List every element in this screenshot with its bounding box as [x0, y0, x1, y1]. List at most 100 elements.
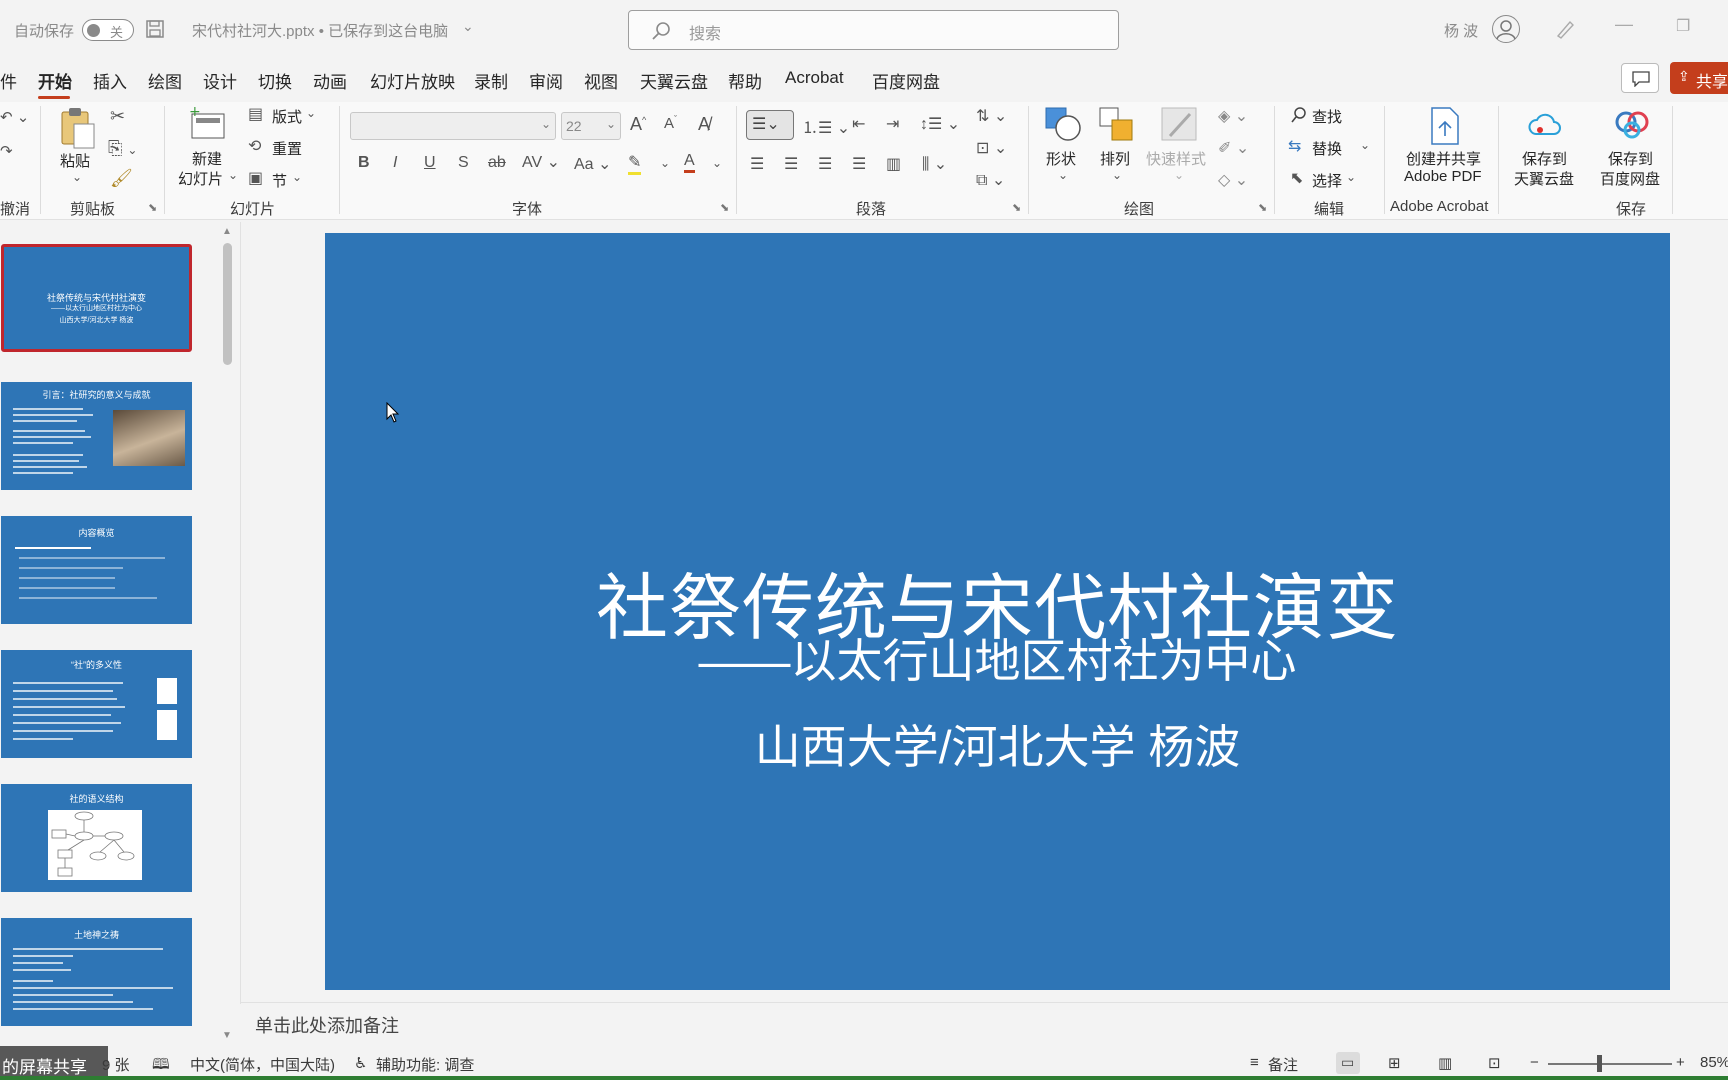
save-baidu-line1[interactable]: 保存到	[1608, 148, 1653, 169]
create-pdf-line2[interactable]: Adobe PDF	[1404, 168, 1482, 185]
select-button[interactable]: 选择	[1312, 170, 1342, 191]
chevron-down-icon[interactable]: ⌄	[1174, 168, 1184, 182]
slide-thumbnail-4[interactable]: “社”的多义性	[1, 650, 192, 758]
select-icon[interactable]: ⬉	[1290, 168, 1303, 188]
columns-icon[interactable]: ⫼ ⌄	[922, 154, 947, 174]
find-button[interactable]: 查找	[1312, 106, 1342, 127]
layout-button[interactable]: 版式	[272, 106, 302, 127]
chevron-down-icon[interactable]: ⌄	[1360, 138, 1370, 152]
zoom-slider-thumb[interactable]	[1597, 1055, 1602, 1072]
replace-button[interactable]: 替换	[1312, 138, 1342, 159]
slide-subtitle[interactable]: ——以太行山地区村社为中心	[325, 625, 1670, 691]
section-icon[interactable]: ▣	[248, 168, 263, 188]
shapes-icon[interactable]	[1044, 106, 1082, 142]
redo-icon[interactable]: ↷	[0, 142, 13, 160]
tab-animations[interactable]: 动画	[313, 68, 347, 93]
arrange-icon[interactable]	[1098, 106, 1136, 142]
tab-insert[interactable]: 插入	[93, 68, 127, 93]
tab-slideshow[interactable]: 幻灯片放映	[370, 68, 455, 93]
tab-review[interactable]: 审阅	[529, 68, 563, 93]
save-tianyi-line1[interactable]: 保存到	[1522, 148, 1567, 169]
notes-icon[interactable]: ≡	[1250, 1054, 1259, 1071]
tab-help[interactable]: 帮助	[728, 68, 762, 93]
restore-icon[interactable]: ❐	[1676, 16, 1690, 36]
dialog-launcher-icon[interactable]: ⬊	[1258, 201, 1267, 214]
replace-icon[interactable]: ⇆	[1288, 136, 1301, 156]
search-box[interactable]: 搜索	[628, 10, 1119, 50]
accessibility-icon[interactable]: ♿	[354, 1054, 367, 1072]
tianyi-cloud-icon[interactable]	[1528, 110, 1562, 140]
file-title[interactable]: 宋代村社河大.pptx • 已保存到这台电脑	[192, 20, 448, 41]
normal-view-button[interactable]: ▭	[1336, 1052, 1360, 1074]
save-baidu-line2[interactable]: 百度网盘	[1600, 168, 1660, 189]
justify-icon[interactable]: ☰	[852, 154, 866, 174]
chevron-down-icon[interactable]: ⌄	[462, 18, 474, 35]
shape-outline-icon[interactable]: ✐ ⌄	[1218, 138, 1249, 158]
paste-button[interactable]: 粘贴	[60, 150, 90, 171]
reset-button[interactable]: 重置	[272, 138, 302, 159]
align-text-icon[interactable]: ⊡ ⌄	[976, 138, 1007, 158]
chevron-down-icon[interactable]: ⌄	[660, 156, 670, 170]
comments-button[interactable]	[1621, 63, 1659, 93]
bullets-button[interactable]: ☰⌄	[746, 110, 794, 140]
slide-thumbnail-5[interactable]: 社的语义结构	[1, 784, 192, 892]
quick-styles-button[interactable]: 快速样式	[1146, 148, 1206, 169]
slide-thumbnail-1[interactable]: 社祭传统与宋代村社演变 ——以太行山地区村社为中心 山西大学/河北大学 杨波	[1, 244, 192, 352]
paste-icon[interactable]	[58, 106, 98, 150]
align-left-icon[interactable]: ☰	[750, 154, 764, 174]
dialog-launcher-icon[interactable]: ⬊	[720, 201, 729, 214]
chevron-down-icon[interactable]: ⌄	[72, 170, 82, 184]
baidu-cloud-icon[interactable]	[1614, 108, 1650, 140]
decrease-indent-icon[interactable]: ⇤	[852, 114, 865, 134]
chevron-down-icon[interactable]: ⌄	[712, 156, 722, 170]
share-button[interactable]: ⇪ 共享	[1670, 62, 1728, 94]
copy-icon[interactable]: ⎘ ⌄	[108, 138, 137, 159]
tab-view[interactable]: 视图	[584, 68, 618, 93]
chevron-down-icon[interactable]: ⌄	[1346, 170, 1356, 184]
shapes-button[interactable]: 形状	[1046, 148, 1076, 169]
font-name-select[interactable]: ⌄	[350, 112, 556, 140]
tab-draw[interactable]: 绘图	[148, 68, 182, 93]
notes-placeholder[interactable]: 单击此处添加备注	[255, 1012, 399, 1038]
tab-file[interactable]: 件	[0, 68, 17, 93]
slide-sorter-icon[interactable]: ⊞	[1388, 1054, 1401, 1072]
chevron-down-icon[interactable]: ⌄	[292, 170, 302, 184]
layout-icon[interactable]: ▤	[248, 104, 263, 124]
change-case-icon[interactable]: Aa ⌄	[574, 154, 611, 174]
chevron-down-icon[interactable]: ⌄	[228, 168, 238, 182]
reading-view-icon[interactable]: ▥	[1438, 1054, 1452, 1072]
pen-icon[interactable]	[1554, 18, 1576, 40]
font-size-select[interactable]: 22 ⌄	[561, 112, 621, 140]
shrink-font-icon[interactable]: Aˇ	[664, 114, 677, 132]
strikethrough-icon[interactable]: ab	[488, 154, 506, 172]
tab-design[interactable]: 设计	[203, 68, 237, 93]
accessibility-status[interactable]: 辅助功能: 调查	[376, 1054, 474, 1075]
increase-indent-icon[interactable]: ⇥	[886, 114, 899, 134]
quick-styles-icon[interactable]	[1160, 106, 1198, 142]
tab-transitions[interactable]: 切换	[258, 68, 292, 93]
highlight-icon[interactable]: ✎	[628, 152, 642, 175]
save-tianyi-line2[interactable]: 天翼云盘	[1514, 168, 1574, 189]
minimize-icon[interactable]: —	[1615, 14, 1633, 35]
clear-format-icon[interactable]: A̸	[698, 114, 710, 135]
distributed-icon[interactable]: ▥	[886, 154, 901, 174]
dialog-launcher-icon[interactable]: ⬊	[148, 201, 157, 214]
tab-baidu[interactable]: 百度网盘	[872, 68, 940, 93]
scroll-down-icon[interactable]: ▼	[222, 1030, 232, 1041]
chevron-down-icon[interactable]: ⌄	[306, 106, 316, 120]
font-color-icon[interactable]: A	[684, 152, 695, 173]
slide-author[interactable]: 山西大学/河北大学 杨波	[325, 711, 1670, 777]
new-slide-icon[interactable]: +	[188, 106, 228, 142]
zoom-level[interactable]: 85%	[1700, 1054, 1728, 1071]
notes-pane[interactable]: 单击此处添加备注	[240, 1004, 1728, 1042]
slide-thumbnail-2[interactable]: 引言：社研究的意义与成就	[1, 382, 192, 490]
zoom-slider-track[interactable]	[1548, 1063, 1672, 1065]
slide-canvas[interactable]: 社祭传统与宋代村社演变 ——以太行山地区村社为中心 山西大学/河北大学 杨波	[325, 233, 1670, 990]
autosave-toggle[interactable]: 关	[82, 19, 134, 41]
new-slide-button-line2[interactable]: 幻灯片	[178, 168, 223, 189]
slide-thumbnail-6[interactable]: 土地神之祷	[1, 918, 192, 1026]
chevron-down-icon[interactable]: ⌄	[1058, 168, 1068, 182]
panel-scrollbar-thumb[interactable]	[223, 243, 232, 365]
avatar[interactable]	[1492, 15, 1520, 43]
language-status[interactable]: 中文(简体，中国大陆)	[190, 1054, 335, 1075]
